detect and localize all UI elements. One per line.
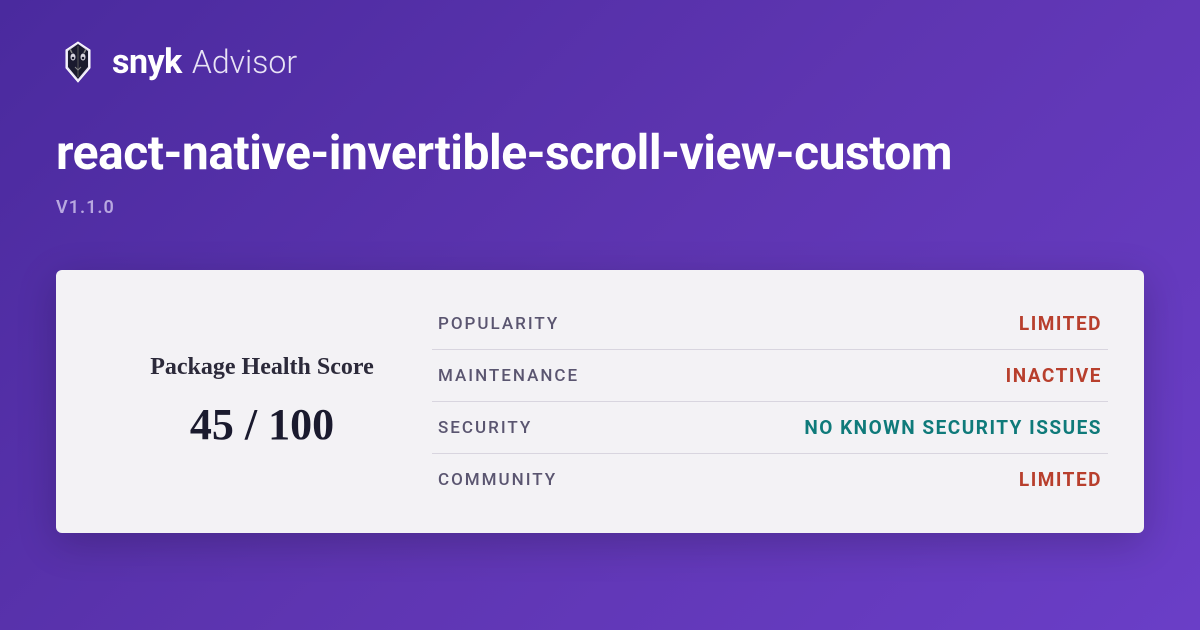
score-section: Package Health Score 45 / 100 [92, 298, 432, 505]
metric-row-security: SECURITY NO KNOWN SECURITY ISSUES [432, 402, 1108, 454]
metric-row-maintenance: MAINTENANCE INACTIVE [432, 350, 1108, 402]
score-value: 45 / 100 [190, 399, 334, 450]
brand-sub: Advisor [192, 43, 297, 81]
snyk-logo-icon [56, 40, 100, 84]
metric-value: INACTIVE [1006, 364, 1102, 387]
metric-label: SECURITY [438, 418, 532, 438]
metric-row-community: COMMUNITY LIMITED [432, 454, 1108, 505]
metric-row-popularity: POPULARITY LIMITED [432, 298, 1108, 350]
health-card: Package Health Score 45 / 100 POPULARITY… [56, 270, 1144, 533]
metric-value: LIMITED [1019, 468, 1102, 491]
metric-label: POPULARITY [438, 314, 559, 334]
metric-value: NO KNOWN SECURITY ISSUES [804, 416, 1102, 439]
package-name: react-native-invertible-scroll-view-cust… [56, 124, 1144, 181]
score-label: Package Health Score [150, 354, 374, 381]
header: snyk Advisor [56, 40, 1144, 84]
metric-value: LIMITED [1019, 312, 1102, 335]
brand: snyk Advisor [112, 42, 297, 82]
brand-name: snyk [112, 42, 182, 82]
package-version: V1.1.0 [56, 197, 1144, 218]
metrics-list: POPULARITY LIMITED MAINTENANCE INACTIVE … [432, 298, 1108, 505]
metric-label: COMMUNITY [438, 470, 557, 490]
metric-label: MAINTENANCE [438, 366, 579, 386]
